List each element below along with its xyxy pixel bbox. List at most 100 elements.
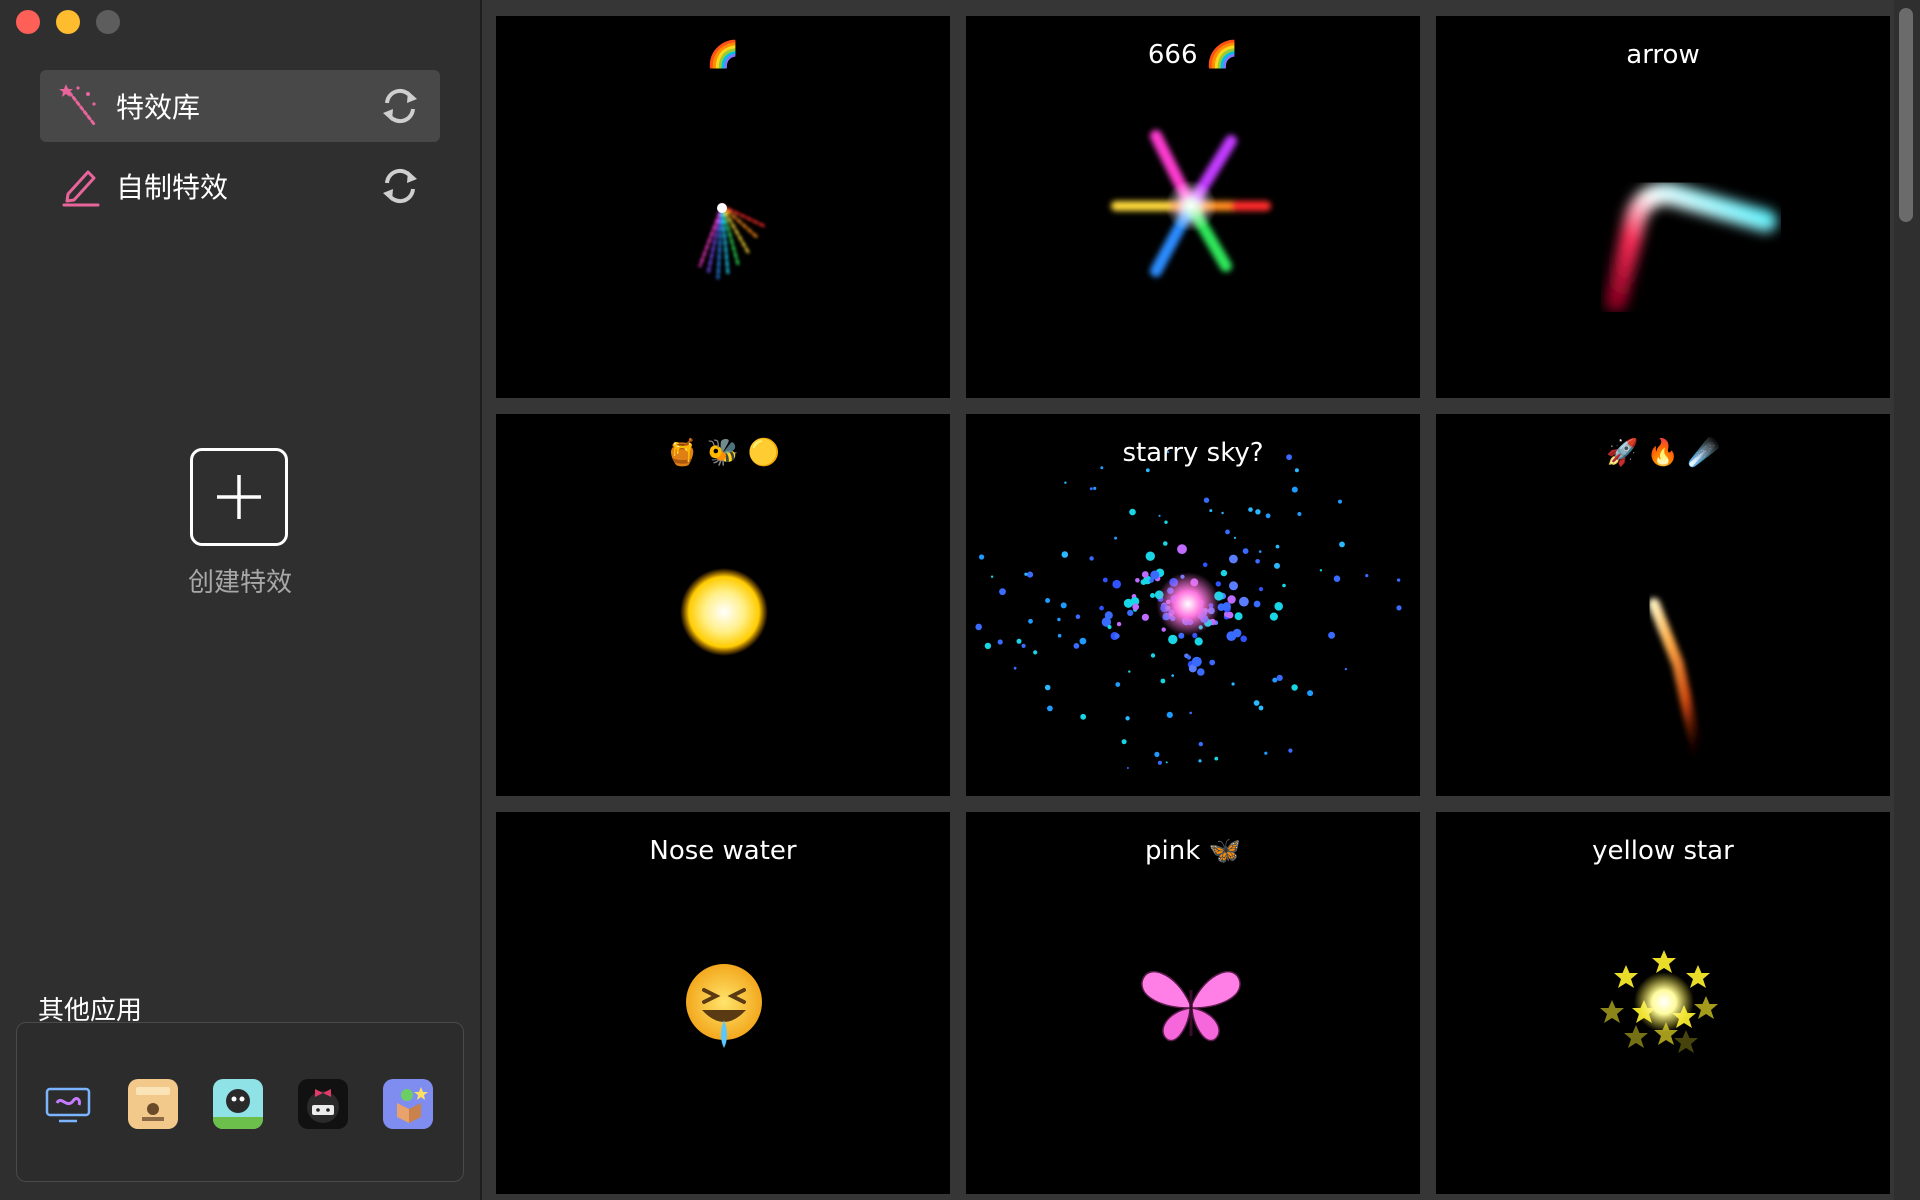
effect-card[interactable]: 666 🌈 [966,16,1420,398]
star-particle [1396,578,1401,582]
star-particle [1102,577,1108,583]
star-particle [1234,612,1243,621]
star-particle [1089,556,1094,561]
star-particle [1203,497,1210,503]
star-particle [1264,751,1268,755]
star-particle [1239,596,1249,607]
star-particle [1150,570,1160,580]
star-particle [1282,583,1286,588]
star-particle [1141,571,1149,578]
box-app-icon[interactable] [383,1079,433,1129]
star-particle [1168,634,1178,645]
pencil-icon [58,164,102,208]
star-particle [1396,605,1402,611]
sidebar-item-custom-effects[interactable]: 自制特效 [40,150,440,222]
star-particle [1297,512,1302,516]
star-particle [1114,536,1118,540]
star-particle [1160,678,1166,684]
star-particle [1116,621,1122,627]
star-particle [1167,451,1170,454]
effect-card[interactable]: starry sky? [966,414,1420,796]
refresh-icon[interactable] [378,84,422,128]
minimize-window-button[interactable] [56,10,80,34]
star-particle [1276,674,1283,681]
effect-card[interactable]: Nose water [496,812,950,1194]
effect-card[interactable]: pink 🦋 [966,812,1420,1194]
star-particle [1229,554,1238,564]
star-particle [1154,751,1160,757]
vertical-scrollbar[interactable] [1894,0,1920,1200]
star-particle [1272,677,1278,683]
star-particle [1253,700,1260,706]
star-particle [1145,551,1155,561]
star-particle [1275,544,1280,549]
star-particle [1112,579,1121,589]
star-particle [1269,612,1278,621]
star-particle [1045,598,1051,603]
star-particle [1227,595,1236,604]
star-particle [1248,507,1253,512]
pink-butterfly-preview [1141,971,1241,1042]
star-particle [975,623,982,631]
star-particle [1265,513,1271,519]
desk-app-icon[interactable] [128,1079,178,1129]
effect-card[interactable]: arrow [1436,16,1890,398]
star-particle [1104,611,1113,620]
star-particle [1107,624,1112,630]
star-particle [1165,761,1168,764]
star-particle [1033,650,1038,655]
star-particle [1141,613,1149,621]
star-particle [1242,548,1249,554]
close-window-button[interactable] [16,10,40,34]
star-particle [1258,587,1264,592]
effect-card[interactable]: 🍯 🐝 🟡 [496,414,950,796]
star-particle [1328,631,1336,639]
star-particle [1089,487,1093,491]
star-particle [1240,635,1247,643]
sidebar-item-effects-library[interactable]: 特效库 [40,70,440,142]
star-particle [1060,602,1067,609]
star-particle [1044,684,1051,691]
window-controls [16,10,120,34]
star-particle [1338,499,1342,504]
create-effect-button[interactable] [190,448,288,546]
effect-card[interactable]: 🌈 [496,16,950,398]
plus-icon [217,475,261,519]
star-particle [1016,638,1022,644]
star-particle [1064,481,1067,484]
star-particle [1209,509,1213,513]
crying-emoji-preview [686,964,762,1048]
sidebar: 特效库 自制特效 创建特效 其他应用 [0,0,480,1200]
star-particle [1161,627,1166,632]
maximize-window-button[interactable] [96,10,120,34]
neon-arrow-preview [1605,182,1777,312]
star-particle [1253,600,1261,608]
star-particle [1255,559,1260,564]
star-particle [1129,508,1136,516]
star-particle [1232,628,1242,638]
sidebar-item-label: 自制特效 [116,171,229,204]
star-particle [1307,690,1314,697]
star-particle [984,642,992,650]
effect-card[interactable]: yellow star [1436,812,1890,1194]
effect-card[interactable]: 🚀 🔥 ☄️ [1436,414,1890,796]
bow-cat-app-icon[interactable] [298,1079,348,1129]
star-particle [1221,511,1224,515]
star-particle [990,575,994,578]
scroll-thumb[interactable] [1899,8,1913,222]
sidebar-item-label: 特效库 [116,91,201,124]
star-particle [1079,637,1087,645]
star-particle [1132,603,1140,611]
monster-app-icon[interactable] [213,1079,263,1129]
refresh-icon[interactable] [378,164,422,208]
star-particle [1128,670,1131,673]
star-particle [1288,748,1293,753]
display-app-icon[interactable] [43,1079,93,1129]
star-particle [1115,682,1121,687]
star-particle [1229,581,1238,591]
star-particle [1127,609,1134,616]
other-apps-panel [16,1022,464,1182]
star-particle [1021,643,1026,648]
star-particle [1344,667,1348,671]
star-particle [1158,514,1161,517]
